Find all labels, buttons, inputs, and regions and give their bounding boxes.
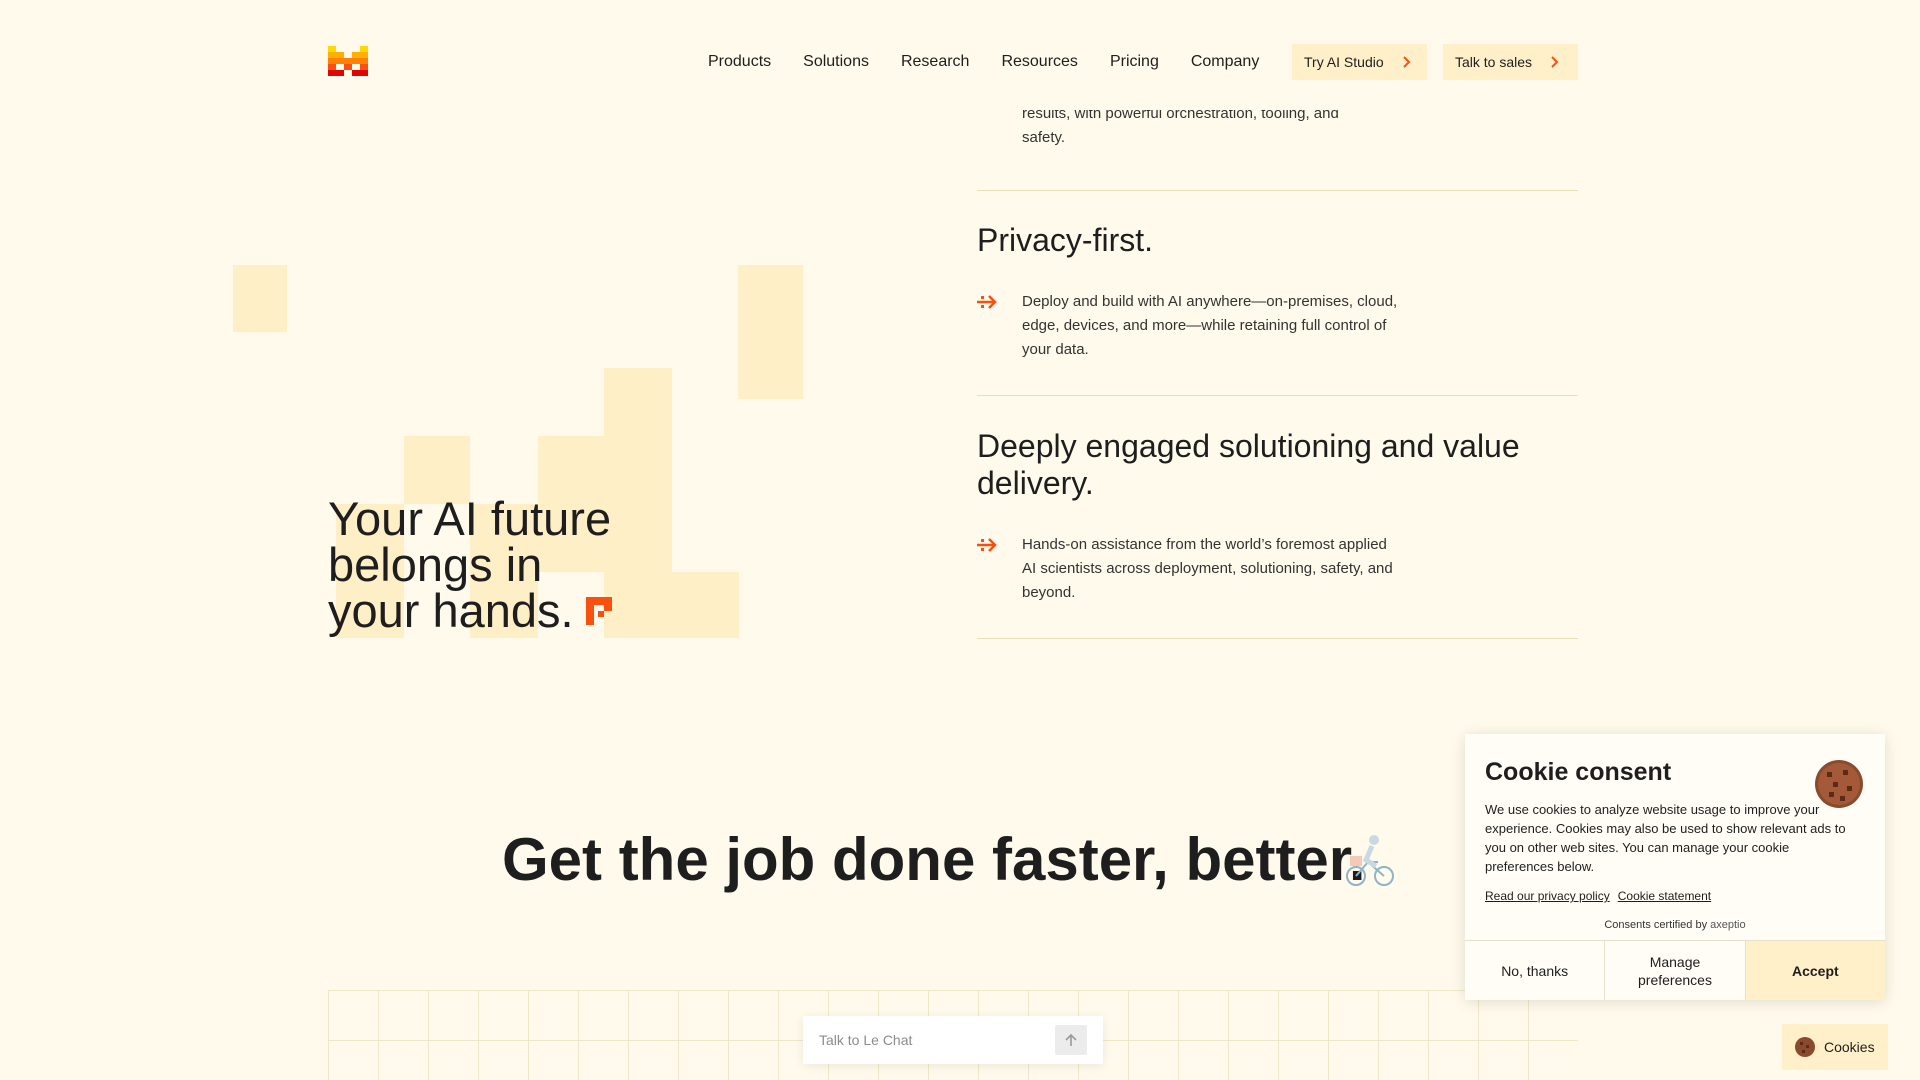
arrow-right-icon (977, 538, 997, 552)
nav-pricing[interactable]: Pricing (1110, 53, 1159, 71)
manage-preferences-button[interactable]: Manage preferences (1605, 941, 1746, 1000)
talk-to-sales-label: Talk to sales (1455, 54, 1533, 70)
axeptio-logo[interactable]: axeptio (1710, 919, 1745, 931)
cyclist-illustration-icon (1346, 835, 1394, 886)
try-ai-studio-label: Try AI Studio (1304, 54, 1384, 70)
main-nav: Products Solutions Research Resources Pr… (708, 44, 1291, 80)
cookies-label: Cookies (1824, 1039, 1875, 1055)
hero-title-line: your hands. (328, 584, 574, 637)
mistral-logo[interactable] (328, 46, 370, 76)
divider (977, 638, 1578, 639)
cookie-icon (1795, 1037, 1815, 1057)
feature-text: Hands-on assistance from the world’s for… (1022, 536, 1393, 601)
accept-button[interactable]: Accept (1745, 941, 1885, 1000)
cookie-statement-link[interactable]: Cookie statement (1618, 889, 1711, 903)
feature-title: Privacy-first. (977, 222, 1153, 258)
chevron-right-icon (1402, 56, 1412, 68)
nav-research[interactable]: Research (901, 53, 969, 71)
nav-solutions[interactable]: Solutions (803, 53, 869, 71)
hero-title: Your AI future belongs in your hands. (328, 495, 668, 637)
nav-resources[interactable]: Resources (1001, 53, 1077, 71)
send-button[interactable] (1055, 1025, 1087, 1055)
le-chat-input[interactable]: Talk to Le Chat (803, 1016, 1103, 1064)
section-title: Get the job done faster, better. (502, 826, 1366, 893)
consent-certification: Consents certified by axeptio (1465, 919, 1885, 931)
chat-placeholder: Talk to Le Chat (819, 1032, 913, 1048)
privacy-policy-link[interactable]: Read our privacy policy (1485, 889, 1610, 903)
feature-title: Deeply engaged solutioning and value del… (977, 428, 1520, 501)
try-ai-studio-button[interactable]: Try AI Studio (1292, 44, 1427, 80)
talk-to-sales-button[interactable]: Talk to sales (1443, 44, 1578, 80)
pixel-hand-icon (584, 588, 614, 634)
nav-products[interactable]: Products (708, 53, 771, 71)
cookie-links: Read our privacy policy Cookie statement (1485, 889, 1711, 903)
no-thanks-button[interactable]: No, thanks (1465, 941, 1606, 1000)
feature-text: Deploy and build with AI anywhere—on-pre… (1022, 293, 1398, 358)
cookie-consent-modal: Cookie consent We use cookies to analyze… (1465, 734, 1885, 1000)
chevron-right-icon (1550, 56, 1560, 68)
arrow-right-icon (977, 295, 997, 309)
nav-company[interactable]: Company (1191, 53, 1259, 71)
divider (977, 190, 1578, 191)
decor-block (233, 265, 287, 332)
feature-cut-text: results, with powerful orchestration, to… (1022, 110, 1339, 146)
certified-label: Consents certified by (1604, 919, 1708, 931)
cookie-title: Cookie consent (1485, 758, 1672, 786)
divider (977, 395, 1578, 396)
cookie-actions: No, thanks Manage preferences Accept (1465, 940, 1885, 1000)
decor-block (738, 265, 803, 399)
cookies-button[interactable]: Cookies (1782, 1024, 1888, 1070)
arrow-up-icon (1065, 1033, 1077, 1046)
cookie-text: We use cookies to analyze website usage … (1485, 802, 1846, 874)
